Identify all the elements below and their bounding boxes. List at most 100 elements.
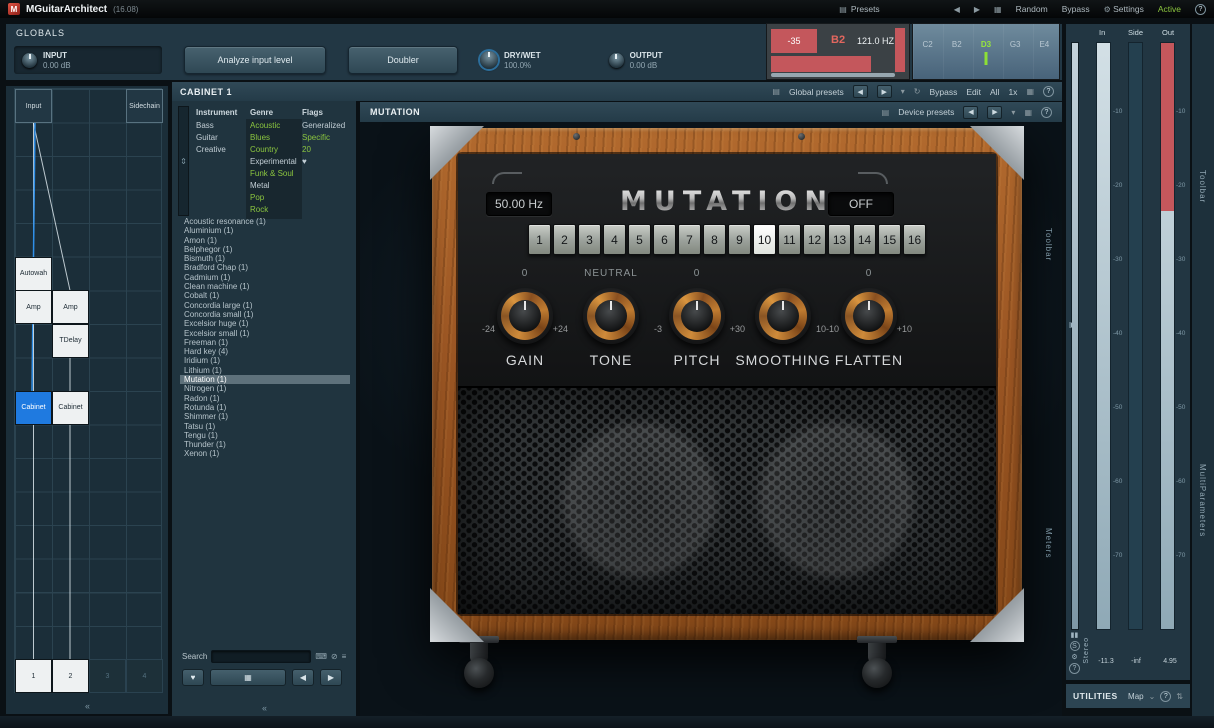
filter-item[interactable]: Creative [196, 144, 248, 156]
preset-prev-button[interactable]: ◀ [963, 106, 978, 119]
preset-display-button[interactable]: ▦ [210, 669, 286, 686]
slot-button[interactable]: 11 [778, 224, 801, 255]
route-node[interactable]: Sidechain [126, 89, 163, 123]
output-knob-icon[interactable] [609, 53, 624, 68]
settings-button[interactable]: ⚙ Settings [1104, 4, 1144, 14]
stereo-mode-label[interactable]: Stereo [1083, 637, 1090, 664]
filter-item[interactable]: Blues [250, 132, 302, 144]
knob[interactable] [755, 288, 811, 344]
bypass-button[interactable]: Bypass [929, 87, 957, 97]
preset-list-item[interactable]: Lithium (1) [180, 366, 350, 375]
route-node[interactable]: Autowah [15, 257, 52, 291]
filter-item[interactable]: Acoustic [250, 120, 302, 132]
favorite-button[interactable]: ♥ [182, 669, 204, 686]
filter-item[interactable]: ♥ [302, 156, 354, 168]
preset-list-item[interactable]: Xenon (1) [180, 449, 350, 458]
map-dropdown[interactable]: Map [1128, 692, 1144, 701]
preset-next-button[interactable]: ▶ [987, 106, 1002, 119]
slot-button[interactable]: 8 [703, 224, 726, 255]
browser-collapse-handle[interactable]: ‹‹ [172, 703, 356, 713]
route-node[interactable]: 4 [126, 659, 163, 693]
dropdown-icon[interactable]: ▾ [1011, 108, 1015, 117]
input-gain-control[interactable]: INPUT 0.00 dB [14, 46, 162, 74]
screen-icon[interactable]: ▦ [1024, 108, 1032, 117]
clear-search-icon[interactable]: ⊘ [331, 652, 338, 661]
slot-button[interactable]: 2 [553, 224, 576, 255]
bypass-button[interactable]: Bypass [1062, 4, 1090, 14]
preset-list-item[interactable]: Bismuth (1) [180, 254, 350, 263]
filter-item[interactable]: Metal [250, 180, 302, 192]
preset-list-item[interactable]: Mutation (1) [180, 375, 350, 384]
preset-list-item[interactable]: Excelsior small (1) [180, 329, 350, 338]
analyze-input-button[interactable]: Analyze input level [184, 46, 326, 74]
doubler-button[interactable]: Doubler [348, 46, 458, 74]
routing-grid[interactable]: Input Sidechain Autowah Amp Amp [14, 88, 162, 693]
preset-list-item[interactable]: Belphegor (1) [180, 245, 350, 254]
routing-collapse-handle[interactable]: ‹‹ [6, 701, 168, 711]
preset-next-button[interactable]: ▶ [974, 5, 980, 14]
filter-item[interactable]: Rock [250, 204, 302, 216]
slot-button[interactable]: 15 [878, 224, 901, 255]
input-knob-icon[interactable] [22, 53, 37, 68]
preset-list-item[interactable]: Rotunda (1) [180, 403, 350, 412]
next-preset-button[interactable]: ▶ [320, 669, 342, 686]
route-node[interactable]: 1 [15, 659, 52, 693]
slot-button[interactable]: 7 [678, 224, 701, 255]
knob[interactable] [669, 288, 725, 344]
slot-button[interactable]: 9 [728, 224, 751, 255]
preset-list-item[interactable]: Clean machine (1) [180, 282, 350, 291]
square-icon[interactable]: ▣ [1069, 320, 1077, 329]
random-button[interactable]: Random [1016, 4, 1048, 14]
keyboard-icon[interactable]: ⌨ [315, 652, 327, 661]
preset-list-item[interactable]: Shimmer (1) [180, 412, 350, 421]
global-presets-label[interactable]: Global presets [789, 87, 844, 97]
toolbar-collapsed-strip[interactable]: Toolbar [1044, 228, 1053, 261]
preset-list-item[interactable]: Hard key (4) [180, 347, 350, 356]
refresh-icon[interactable]: ↻ [914, 87, 921, 96]
slot-button[interactable]: 14 [853, 224, 876, 255]
caret-icon[interactable]: ⌄ [1149, 692, 1156, 701]
search-input[interactable] [211, 650, 311, 663]
frequency-display[interactable]: 50.00 Hz [486, 192, 552, 216]
note-scale-display[interactable]: C2 B2 D3 G3 E4 [912, 23, 1060, 80]
help-icon[interactable]: ? [1041, 107, 1052, 118]
slot-button[interactable]: 16 [903, 224, 926, 255]
filter-item[interactable]: Guitar [196, 132, 248, 144]
preset-list-item[interactable]: Aluminium (1) [180, 226, 350, 235]
preset-list-item[interactable]: Concordia large (1) [180, 301, 350, 310]
preset-list-item[interactable]: Thunder (1) [180, 440, 350, 449]
preset-list-item[interactable]: Cobalt (1) [180, 291, 350, 300]
route-node[interactable]: TDelay [52, 324, 89, 358]
filter-item[interactable]: Funk & Soul [250, 168, 302, 180]
preset-list-item[interactable]: Tengu (1) [180, 431, 350, 440]
pause-icon[interactable]: ▮▮ [1071, 631, 1079, 639]
route-node[interactable]: Amp [15, 290, 52, 324]
dropdown-icon[interactable]: ▾ [901, 87, 905, 96]
preset-list-item[interactable]: Radon (1) [180, 394, 350, 403]
gear-icon[interactable]: ⚙ [1071, 653, 1077, 661]
gain-slider[interactable] [1071, 42, 1079, 630]
filter-scrollbar[interactable]: ⇕ [178, 106, 189, 216]
filter-item[interactable]: Bass [196, 120, 248, 132]
route-node[interactable]: Cabinet [15, 391, 52, 425]
drywet-control[interactable]: DRY/WET 100.0% [480, 46, 541, 74]
mode-display[interactable]: OFF [828, 192, 894, 216]
preset-list-item[interactable]: Tatsu (1) [180, 422, 350, 431]
preset-list-icon[interactable]: ▦ [994, 5, 1002, 14]
zoom-button[interactable]: 1x [1008, 87, 1017, 97]
preset-next-button[interactable]: ▶ [877, 85, 892, 98]
all-button[interactable]: All [990, 87, 999, 97]
preset-list-item[interactable]: Nitrogen (1) [180, 384, 350, 393]
preset-list-item[interactable]: Concordia small (1) [180, 310, 350, 319]
menu-icon[interactable]: ≡ [342, 652, 347, 661]
preset-list-item[interactable]: Cadmium (1) [180, 273, 350, 282]
slot-button[interactable]: 3 [578, 224, 601, 255]
help-icon[interactable]: ? [1160, 691, 1171, 702]
preset-list-item[interactable]: Freeman (1) [180, 338, 350, 347]
active-toggle[interactable]: Active [1158, 4, 1181, 14]
filter-item[interactable]: Pop [250, 192, 302, 204]
device-presets-label[interactable]: Device presets [898, 107, 954, 117]
preset-list-item[interactable]: Iridium (1) [180, 356, 350, 365]
solo-icon[interactable]: S [1070, 641, 1080, 651]
route-node[interactable]: 2 [52, 659, 89, 693]
